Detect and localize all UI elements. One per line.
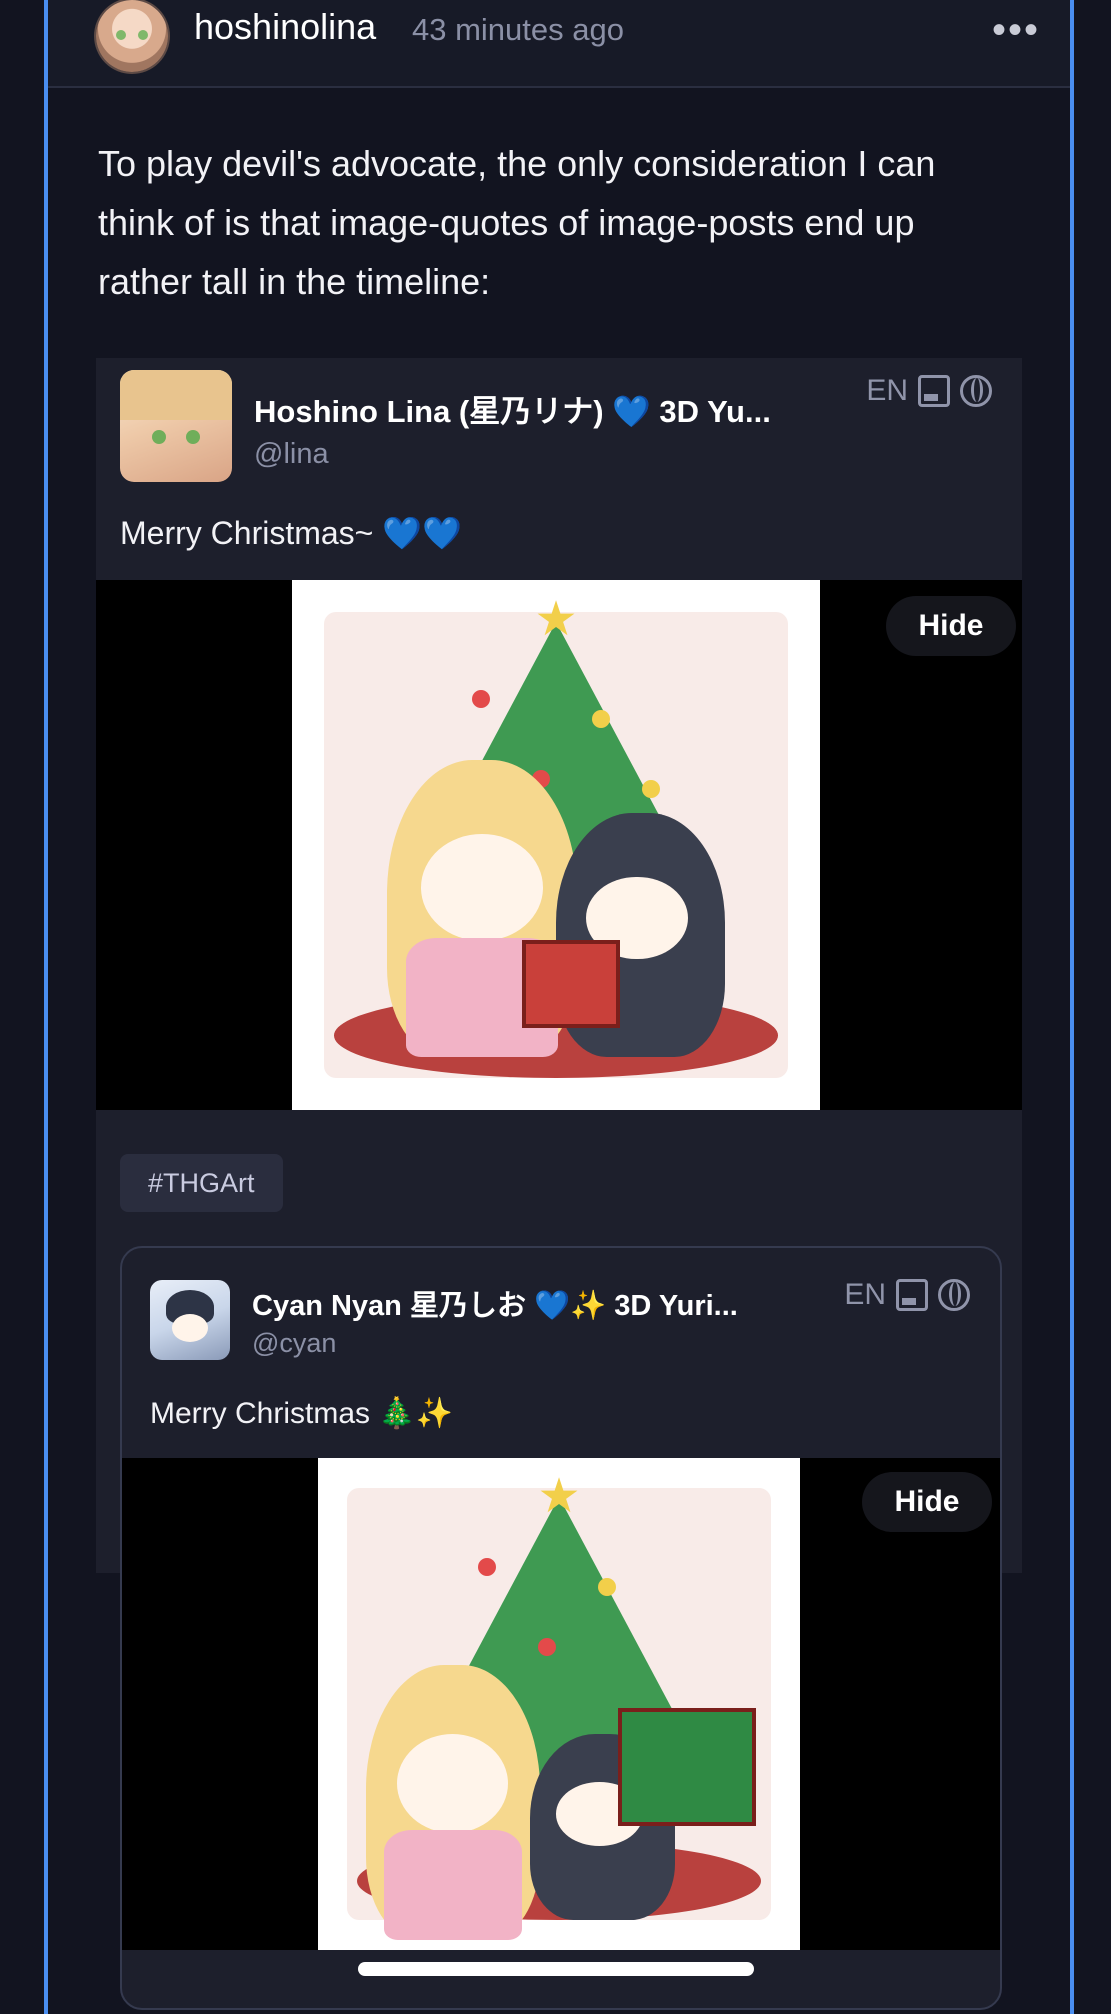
post-container: hoshinolina 43 minutes ago ••• To play d… (44, 0, 1074, 2014)
ornament (642, 780, 660, 798)
quoted-display-name[interactable]: Cyan Nyan 星乃しお 💙✨ 3D Yuri... (252, 1282, 738, 1324)
quoted-handle[interactable]: @lina (254, 438, 329, 471)
avatar[interactable] (96, 0, 168, 72)
avatar-eye-right (186, 430, 200, 444)
avatar-hair (120, 370, 232, 420)
gift-box (618, 1708, 756, 1826)
star-icon: ★ (534, 592, 578, 646)
quoted-meta: EN (866, 374, 992, 408)
post-username[interactable]: hoshinolina (194, 6, 376, 48)
quoted-post-cyan[interactable]: Cyan Nyan 星乃しお 💙✨ 3D Yuri... @cyan EN Me… (120, 1246, 1002, 2010)
home-indicator[interactable] (358, 1962, 754, 1976)
character-face (421, 834, 543, 942)
christmas-artwork[interactable]: ★ (318, 1458, 800, 1950)
media-attachment[interactable]: ★ Hide (96, 580, 1022, 1110)
quoted-display-name[interactable]: Hoshino Lina (星乃リナ) 💙 3D Yu... (254, 386, 771, 431)
ornament (598, 1578, 616, 1596)
quoted-avatar[interactable] (120, 370, 232, 482)
character-dress (383, 1829, 523, 1941)
ornament (538, 1638, 556, 1656)
post-body: To play devil's advocate, the only consi… (98, 143, 936, 302)
ornament (478, 1558, 496, 1576)
star-icon: ★ (537, 1469, 581, 1523)
character-blonde (366, 1664, 540, 1941)
quoted-post-lina[interactable]: Hoshino Lina (星乃リナ) 💙 3D Yu... @lina EN … (96, 358, 1022, 2010)
quoted-text: Merry Christmas 🎄✨ (150, 1397, 454, 1430)
avatar-face (172, 1314, 208, 1342)
language-label: EN (844, 1278, 886, 1311)
character-face (397, 1733, 509, 1833)
quoted-avatar[interactable] (150, 1280, 230, 1360)
avatar-eye-right (138, 30, 148, 40)
quoted-handle[interactable]: @cyan (252, 1328, 336, 1359)
hashtag-link[interactable]: #THGArt (120, 1154, 283, 1212)
ornament (592, 710, 610, 728)
post-header: hoshinolina 43 minutes ago ••• (48, 0, 1070, 88)
image-icon (896, 1279, 928, 1311)
quoted-text: Merry Christmas~ 💙💙 (120, 515, 462, 551)
avatar-eye-left (152, 430, 166, 444)
gift-box (522, 940, 620, 1028)
globe-icon (938, 1279, 970, 1311)
christmas-artwork[interactable]: ★ (292, 580, 820, 1110)
quoted-meta: EN (844, 1278, 970, 1312)
more-options-icon[interactable]: ••• (992, 8, 1040, 53)
globe-icon (960, 375, 992, 407)
language-label: EN (866, 374, 908, 407)
hide-media-button[interactable]: Hide (886, 596, 1016, 656)
avatar-eye-left (116, 30, 126, 40)
image-icon (918, 375, 950, 407)
post-timestamp[interactable]: 43 minutes ago (412, 12, 624, 48)
ornament (472, 690, 490, 708)
hide-media-button[interactable]: Hide (862, 1472, 992, 1532)
media-attachment[interactable]: ★ Hide (122, 1458, 1000, 1950)
